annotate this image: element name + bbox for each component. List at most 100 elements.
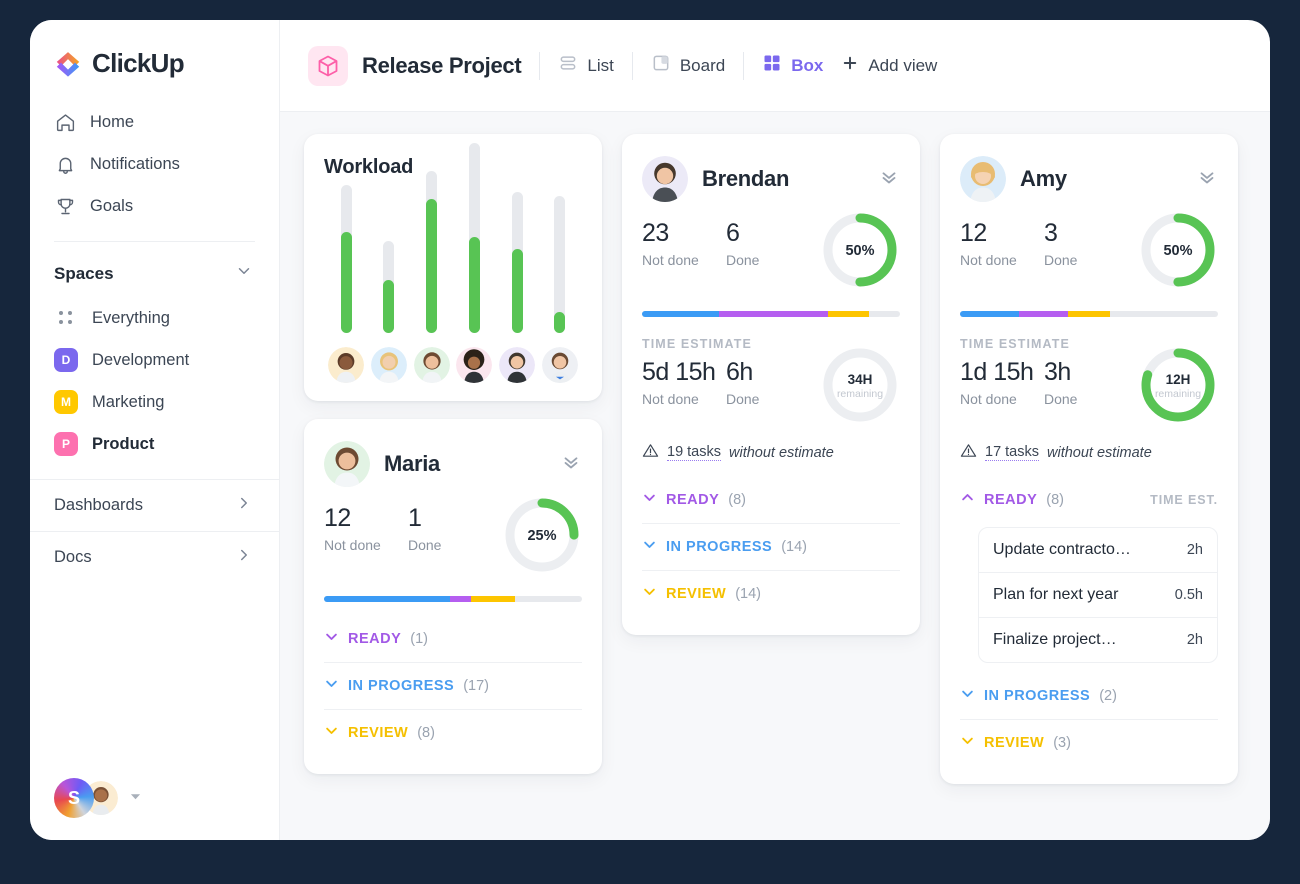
status-count: (14)	[735, 586, 761, 602]
te-done: 3h Done	[1044, 359, 1128, 407]
sidebar-item-marketing[interactable]: M Marketing	[44, 381, 265, 423]
status-row-ready[interactable]: READY (8)	[642, 477, 900, 523]
avatar[interactable]	[324, 441, 370, 487]
tab-label: Board	[680, 56, 725, 76]
stat-label: Done	[1044, 252, 1128, 268]
task-name: Plan for next year	[993, 586, 1118, 604]
sidebar-item-goals[interactable]: Goals	[44, 185, 265, 227]
workload-bar-group[interactable]	[371, 241, 407, 383]
stat-label: Done	[726, 391, 810, 407]
status-row-in-progress[interactable]: IN PROGRESS (14)	[642, 523, 900, 570]
workload-bar-group[interactable]	[414, 171, 450, 383]
member-card-brendan: Brendan 23 Not done 6 Do	[622, 134, 920, 635]
task-row[interactable]: Finalize project… 2h	[979, 617, 1217, 662]
segment-blue	[960, 311, 1019, 317]
workload-fill	[512, 249, 523, 333]
workload-bar-group[interactable]	[499, 192, 535, 383]
status-count: (17)	[463, 678, 489, 694]
tab-list[interactable]: List	[558, 53, 613, 78]
avatar[interactable]: S	[54, 778, 94, 818]
avatar[interactable]	[642, 156, 688, 202]
stat-not-done: 12 Not done	[324, 505, 408, 553]
avatar[interactable]	[499, 347, 535, 383]
status-row-ready[interactable]: READY (1)	[324, 616, 582, 662]
sidebar-item-home[interactable]: Home	[44, 101, 265, 143]
space-badge: M	[54, 390, 78, 414]
segment-purple	[1019, 311, 1068, 317]
without-estimate-warning[interactable]: 19 tasks without estimate	[642, 442, 900, 463]
avatar[interactable]	[414, 347, 450, 383]
main-area: Release Project List Board	[280, 20, 1270, 840]
remaining-ring: 34H remaining	[820, 345, 900, 430]
chevron-down-icon[interactable]	[130, 789, 141, 807]
collapse-icon[interactable]	[560, 451, 582, 478]
task-row[interactable]: Plan for next year 0.5h	[979, 572, 1217, 617]
status-count: (14)	[781, 539, 807, 555]
remaining-value: 12H	[1166, 372, 1191, 387]
workload-bar-group[interactable]	[328, 185, 364, 383]
bell-icon	[54, 153, 76, 175]
avatar[interactable]	[960, 156, 1006, 202]
workload-bar-group[interactable]	[542, 196, 578, 383]
avatar[interactable]	[328, 347, 364, 383]
time-estimate-stats: 1d 15h Not done 3h Done 12H	[960, 359, 1218, 430]
task-row[interactable]: Update contracto… 2h	[979, 528, 1217, 572]
workload-track	[341, 185, 352, 333]
workload-bar-group[interactable]	[456, 143, 492, 383]
member-name: Maria	[384, 451, 440, 477]
warning-text: without estimate	[729, 445, 834, 461]
stat-value: 12	[324, 505, 408, 533]
sidebar-item-docs[interactable]: Docs	[30, 531, 279, 583]
status-list: READY (8) IN PROGRESS (14)	[642, 477, 900, 617]
status-name: REVIEW	[348, 725, 408, 741]
without-estimate-warning[interactable]: 17 tasks without estimate	[960, 442, 1218, 463]
sidebar-item-notifications[interactable]: Notifications	[44, 143, 265, 185]
sidebar-item-development[interactable]: D Development	[44, 339, 265, 381]
spaces-header[interactable]: Spaces	[30, 242, 279, 285]
chevron-right-icon	[235, 546, 253, 569]
status-row-review[interactable]: REVIEW (8)	[324, 709, 582, 756]
chevron-down-icon	[324, 676, 339, 696]
warning-count[interactable]: 19 tasks	[667, 444, 721, 461]
member-card-maria: Maria 12 Not done 1 Done	[304, 419, 602, 774]
task-list: Update contracto… 2h Plan for next year …	[978, 527, 1218, 663]
warning-count[interactable]: 17 tasks	[985, 444, 1039, 461]
user-account-bar[interactable]: S	[54, 778, 141, 818]
status-distribution-bar	[960, 311, 1218, 317]
collapse-icon[interactable]	[1196, 166, 1218, 193]
status-row-in-progress[interactable]: IN PROGRESS (2)	[960, 673, 1218, 719]
spaces-title: Spaces	[54, 264, 114, 284]
status-row-in-progress[interactable]: IN PROGRESS (17)	[324, 662, 582, 709]
sidebar-item-dashboards[interactable]: Dashboards	[30, 479, 279, 531]
avatar[interactable]	[371, 347, 407, 383]
page-title: Release Project	[362, 53, 521, 79]
chevron-down-icon[interactable]	[235, 262, 253, 285]
warning-icon	[642, 442, 659, 463]
segment-yellow	[1068, 311, 1109, 317]
status-row-ready[interactable]: READY (8) TIME EST.	[960, 477, 1218, 523]
segment-yellow	[828, 311, 869, 317]
collapse-icon[interactable]	[878, 166, 900, 193]
chevron-up-icon	[960, 490, 975, 510]
status-row-review[interactable]: REVIEW (3)	[960, 719, 1218, 766]
status-name: READY	[984, 492, 1037, 508]
avatar[interactable]	[456, 347, 492, 383]
segment-blue	[642, 311, 719, 317]
tab-box[interactable]: Box	[762, 53, 823, 78]
sidebar-item-everything[interactable]: Everything	[44, 297, 265, 339]
status-row-review[interactable]: REVIEW (14)	[642, 570, 900, 617]
workload-track	[426, 171, 437, 333]
warning-icon	[960, 442, 977, 463]
add-view-label: Add view	[868, 56, 937, 76]
stat-not-done: 12 Not done	[960, 220, 1044, 268]
avatar[interactable]	[542, 347, 578, 383]
sidebar-item-label: Docs	[54, 548, 92, 567]
sidebar-item-product[interactable]: P Product	[44, 423, 265, 465]
stat-label: Done	[726, 252, 810, 268]
app-logo[interactable]: ClickUp	[30, 20, 279, 79]
tab-board[interactable]: Board	[651, 53, 725, 78]
status-distribution-bar	[324, 596, 582, 602]
add-view-button[interactable]: Add view	[841, 54, 937, 77]
sidebar: ClickUp Home Notifications	[30, 20, 280, 840]
home-icon	[54, 111, 76, 133]
